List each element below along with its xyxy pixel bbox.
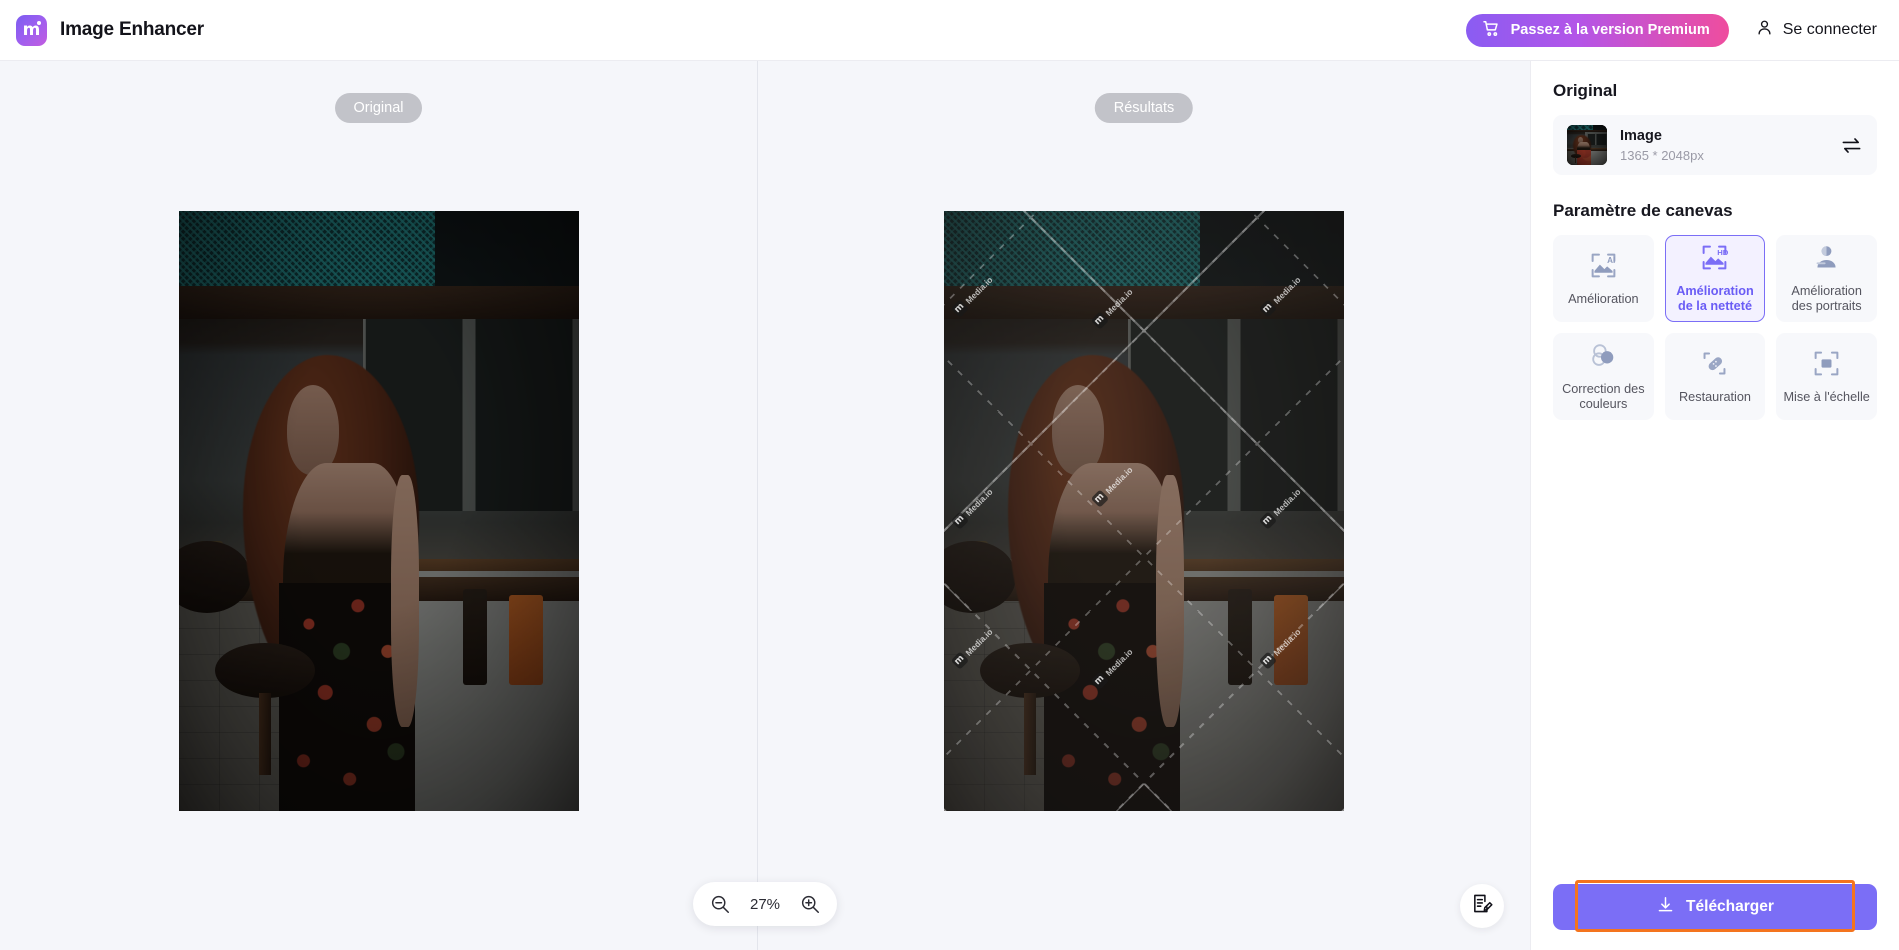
sign-in-button[interactable]: Se connecter <box>1755 18 1877 42</box>
bandage-icon <box>1700 349 1729 383</box>
original-heading: Original <box>1553 81 1618 100</box>
user-icon <box>1755 18 1774 42</box>
tile-label: Amélioration <box>1568 291 1639 306</box>
hd-image-icon: HD <box>1700 243 1729 277</box>
upgrade-premium-button[interactable]: Passez à la version Premium <box>1465 13 1729 47</box>
original-file-meta: Image 1365 * 2048px <box>1620 127 1827 162</box>
feedback-icon <box>1471 892 1494 920</box>
tile-label: Amélioration des portraits <box>1791 284 1862 313</box>
tile-amelioration-nettete[interactable]: HD Amélioration de la netteté <box>1664 235 1766 322</box>
zoom-control: 27% <box>693 882 837 926</box>
tile-restauration[interactable]: Restauration <box>1664 333 1766 420</box>
ai-image-icon: AI <box>1589 251 1618 285</box>
tile-label: Restauration <box>1679 389 1751 404</box>
tile-label: Correction des couleurs <box>1562 382 1645 411</box>
result-photo-content <box>944 211 1344 811</box>
portrait-icon <box>1812 243 1841 277</box>
download-label: Télécharger <box>1686 898 1774 915</box>
zoom-level-value: 27% <box>749 895 781 913</box>
panel-footer: Télécharger <box>1553 880 1877 950</box>
swap-icon[interactable] <box>1840 134 1863 157</box>
canvas-settings-grid: AI Amélioration HD Amélioration de la ne… <box>1553 235 1877 420</box>
cart-icon <box>1482 19 1501 42</box>
app-logo-icon: m <box>16 14 47 46</box>
logo-dot-icon <box>37 20 41 25</box>
header-actions: Passez à la version Premium Se connecter <box>1465 13 1877 47</box>
settings-heading: Paramètre de canevas <box>1553 201 1733 220</box>
color-circles-icon <box>1589 341 1618 375</box>
svg-text:HD: HD <box>1718 248 1730 257</box>
original-thumbnail <box>1567 125 1607 165</box>
tile-label: Amélioration de la netteté <box>1676 284 1754 313</box>
upgrade-premium-label: Passez à la version Premium <box>1510 22 1710 38</box>
app-header: m Image Enhancer Passez à la version Pre… <box>0 0 1899 61</box>
tile-label: Mise à l'échelle <box>1783 389 1870 404</box>
download-button[interactable]: Télécharger <box>1553 884 1877 930</box>
tile-mise-a-lechelle[interactable]: Mise à l'échelle <box>1776 333 1877 420</box>
tab-original[interactable]: Original <box>334 93 423 123</box>
result-image[interactable]: m Media.io m Media.io m Media.io m Media… <box>944 211 1344 811</box>
original-photo-content <box>178 211 579 811</box>
tile-amelioration-portraits[interactable]: Amélioration des portraits <box>1776 235 1877 322</box>
zoom-in-icon[interactable] <box>799 893 821 915</box>
upscale-icon <box>1812 349 1841 383</box>
brand: m Image Enhancer <box>16 14 204 46</box>
feedback-button[interactable] <box>1460 884 1504 928</box>
result-pane: Résultats m Media.io m Media.io m Media.… <box>758 61 1530 950</box>
download-icon <box>1656 895 1675 919</box>
logo-letter: m <box>22 20 41 40</box>
original-file-dimensions: 1365 * 2048px <box>1620 147 1704 163</box>
sign-in-label: Se connecter <box>1782 21 1877 38</box>
zoom-out-icon[interactable] <box>709 893 731 915</box>
svg-text:AI: AI <box>1607 255 1615 264</box>
original-image[interactable] <box>178 211 579 811</box>
original-pane: Original <box>0 61 757 950</box>
original-file-name: Image <box>1620 128 1662 145</box>
page-title: Image Enhancer <box>60 19 204 40</box>
tile-amelioration[interactable]: AI Amélioration <box>1553 235 1654 322</box>
tab-results[interactable]: Résultats <box>1094 93 1194 123</box>
body: Original Résultats m Media.io m Media.io… <box>0 61 1899 950</box>
settings-panel: Original Image 1365 * 2048px Paramètre d… <box>1530 61 1899 950</box>
canvas-area: Original Résultats m Media.io m Media.io… <box>0 61 1530 950</box>
original-file-card[interactable]: Image 1365 * 2048px <box>1553 115 1877 175</box>
app-root: m Image Enhancer Passez à la version Pre… <box>0 0 1899 950</box>
tile-correction-couleurs[interactable]: Correction des couleurs <box>1553 333 1654 420</box>
